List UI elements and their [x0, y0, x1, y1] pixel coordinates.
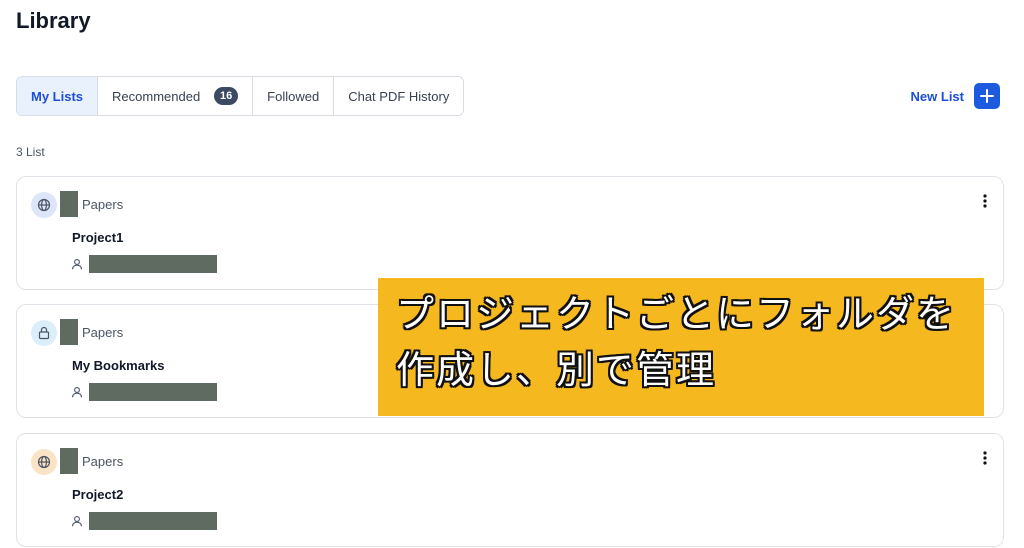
library-page: Library My Lists Recommended 16 Followed… — [0, 0, 1024, 548]
list-count: 3 List — [16, 145, 45, 159]
list-name[interactable]: Project1 — [72, 230, 123, 245]
tab-my-lists[interactable]: My Lists — [17, 77, 99, 115]
new-list-label: New List — [910, 88, 964, 104]
list-name[interactable]: My Bookmarks — [72, 358, 164, 373]
plus-icon[interactable] — [974, 83, 1000, 109]
page-title: Library — [16, 8, 91, 33]
globe-icon — [31, 192, 57, 218]
list-type-label: Papers — [82, 454, 124, 469]
person-icon — [71, 385, 83, 403]
tab-label: My Lists — [31, 88, 84, 104]
tab-label: Chat PDF History — [348, 88, 450, 104]
tab-followed[interactable]: Followed — [253, 77, 335, 115]
annotation-line-2: 作成し、別で管理 — [396, 348, 717, 392]
tab-chat-pdf-history[interactable]: Chat PDF History — [334, 77, 463, 115]
list-card-project1[interactable]: Papers Project1 — [16, 176, 1004, 290]
annotation-line-1: プロジェクトごとにフォルダを — [396, 292, 957, 336]
count-badge: 16 — [214, 87, 239, 105]
redacted-owner — [89, 512, 217, 530]
annotation-callout: プロジェクトごとにフォルダを 作成し、別で管理 — [378, 278, 984, 416]
redacted-avatar — [60, 448, 78, 474]
redacted-avatar — [60, 319, 78, 345]
redacted-avatar — [60, 191, 78, 217]
tab-bar: My Lists Recommended 16 Followed Chat PD… — [16, 76, 465, 116]
list-card-project2[interactable]: Papers Project2 — [16, 433, 1004, 547]
redacted-owner — [89, 383, 217, 401]
list-name[interactable]: Project2 — [72, 487, 123, 502]
more-options-icon[interactable] — [983, 194, 987, 213]
more-options-icon[interactable] — [983, 451, 987, 470]
list-type-label: Papers — [82, 197, 124, 212]
tab-recommended[interactable]: Recommended 16 — [98, 77, 254, 115]
lock-icon — [31, 320, 57, 346]
tab-label: Followed — [267, 88, 320, 104]
new-list-button[interactable]: New List — [911, 83, 1000, 109]
person-icon — [71, 257, 83, 275]
person-icon — [71, 514, 83, 532]
tab-label: Recommended — [112, 88, 201, 104]
list-type-label: Papers — [82, 325, 124, 340]
redacted-owner — [89, 255, 217, 273]
globe-icon — [31, 449, 57, 475]
